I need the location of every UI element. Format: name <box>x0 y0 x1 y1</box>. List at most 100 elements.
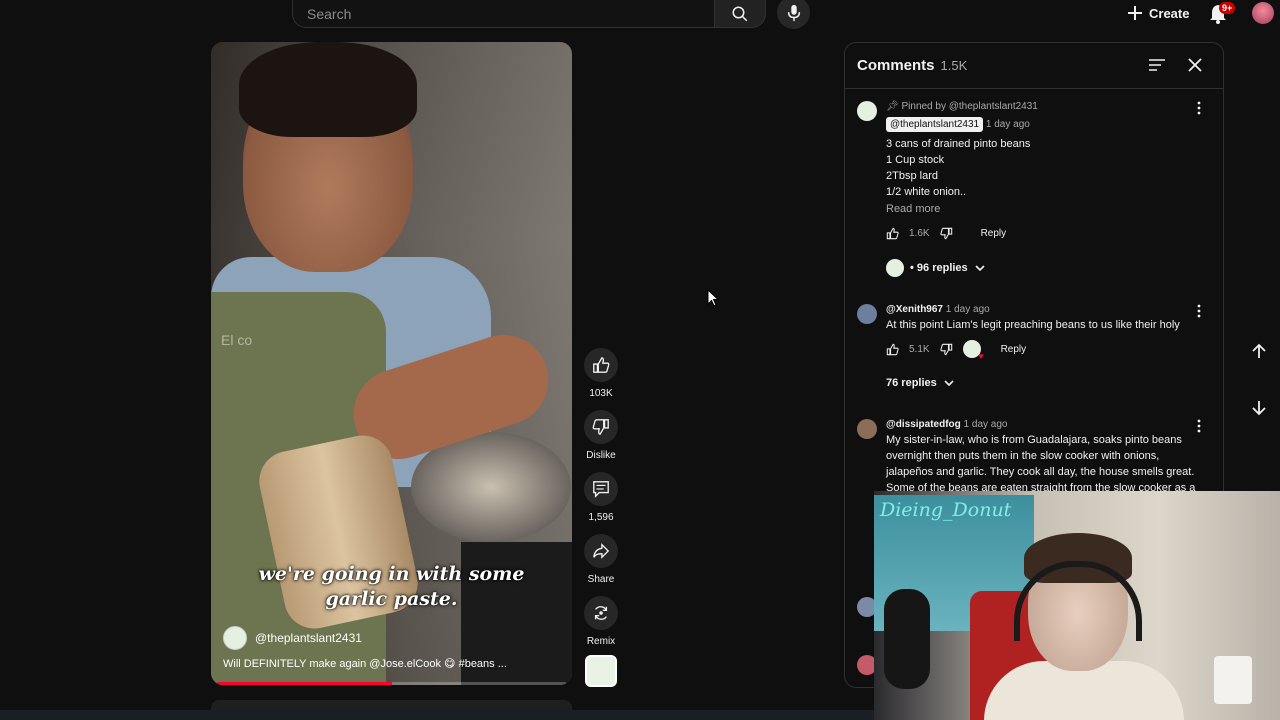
view-replies-button[interactable]: 76 replies <box>886 377 1206 389</box>
comment-item: @dissipatedfog 1 day ago My sister-in-la… <box>857 419 1207 495</box>
comment-line: 3 cans of drained pinto beans <box>886 138 1031 150</box>
comment-username[interactable]: @theplantslant2431 <box>886 117 984 132</box>
comment-line: My sister-in-law, who is from Guadalajar… <box>886 434 1182 446</box>
remix-label: Remix <box>586 636 616 647</box>
comment-avatar[interactable] <box>857 304 877 324</box>
comment-item: @Xenith967 1 day ago At this point Liam'… <box>857 304 1207 404</box>
search-input[interactable] <box>307 5 714 22</box>
video-caption: we're going in with some garlic paste. <box>211 562 572 612</box>
read-more-link[interactable]: Read more <box>886 203 1206 215</box>
mouse-cursor-icon <box>707 289 719 307</box>
comment-avatar[interactable] <box>857 101 877 121</box>
channel-avatar[interactable] <box>223 626 247 650</box>
pin-icon: 📌︎ <box>886 101 899 112</box>
thumbs-down-icon[interactable] <box>939 343 953 356</box>
thumbs-down-icon <box>592 419 609 435</box>
sort-button[interactable] <box>1147 55 1169 77</box>
streamer-name: Dieing_Donut <box>880 499 1012 521</box>
channel-name[interactable]: @theplantslant2431 <box>255 631 362 645</box>
video-progress-bar[interactable] <box>217 682 566 685</box>
comments-button[interactable] <box>584 472 618 506</box>
comments-header: Comments 1.5K <box>845 43 1223 89</box>
webcam-microphone <box>884 589 930 689</box>
chevron-down-icon <box>944 380 954 387</box>
search-button[interactable] <box>714 0 766 28</box>
dislike-action[interactable]: Dislike <box>584 410 618 472</box>
remix-icon <box>594 606 608 620</box>
like-action[interactable]: 103K <box>584 348 618 410</box>
heart-icon: ♥ <box>978 351 984 361</box>
close-icon <box>1188 58 1202 72</box>
create-button[interactable]: Create <box>1117 0 1195 30</box>
comment-count: 1,596 <box>588 512 614 523</box>
creator-heart-avatar: ♥ <box>962 340 984 361</box>
create-label: Create <box>1149 5 1190 21</box>
video-person-hair <box>239 42 417 137</box>
view-replies-button[interactable]: • 96 replies <box>886 259 1206 277</box>
reply-button[interactable]: Reply <box>1001 344 1027 355</box>
caption-line-2: garlic paste. <box>325 588 458 610</box>
comment-line: overnight then puts them in the slow coo… <box>886 450 1160 462</box>
share-label: Share <box>587 574 615 585</box>
comments-count: 1.5K <box>940 58 968 73</box>
close-comments-button[interactable] <box>1185 55 1207 77</box>
thumbs-down-icon[interactable] <box>939 227 953 240</box>
chevron-down-icon <box>975 265 985 272</box>
comment-time[interactable]: 1 day ago <box>946 304 990 315</box>
shorts-actions: 103K Dislike 1,596 Share Remix <box>584 348 618 658</box>
search-icon <box>732 6 748 21</box>
comment-action[interactable]: 1,596 <box>584 472 618 534</box>
share-button[interactable] <box>584 534 618 568</box>
video-description[interactable]: Will DEFINITELY make again @Jose.elCook … <box>223 657 507 670</box>
thumbs-up-icon[interactable] <box>886 227 899 240</box>
comment-icon <box>593 481 609 498</box>
more-options-icon[interactable] <box>1194 419 1204 433</box>
comment-actions: 5.1K ♥ Reply <box>886 340 1206 361</box>
dislike-button[interactable] <box>584 410 618 444</box>
like-button[interactable] <box>584 348 618 382</box>
pinned-by-text: Pinned by @theplantslant2431 <box>901 101 1038 112</box>
next-video-button[interactable] <box>1243 392 1275 424</box>
previous-video-button[interactable] <box>1243 335 1275 367</box>
pinned-indicator: 📌︎ Pinned by @theplantslant2431 <box>886 101 1206 112</box>
arrow-up-icon <box>1252 343 1266 358</box>
notification-count-badge: 9+ <box>1219 2 1236 14</box>
reply-button[interactable]: Reply <box>981 228 1007 239</box>
search-box[interactable] <box>292 0 714 28</box>
comment-actions: 1.6K Reply <box>886 225 1206 241</box>
comment-text: At this point Liam's legit preaching bea… <box>886 319 1180 331</box>
replies-count: • 96 replies <box>910 262 968 274</box>
user-avatar[interactable] <box>1252 2 1274 24</box>
comment-avatar[interactable] <box>857 419 877 439</box>
comment-username[interactable]: @dissipatedfog <box>886 419 961 430</box>
sort-icon <box>1149 59 1165 71</box>
share-action[interactable]: Share <box>584 534 618 596</box>
plus-icon <box>1128 6 1142 20</box>
more-options-icon[interactable] <box>1194 101 1204 115</box>
video-progress-fill <box>217 682 392 685</box>
comment-text: 3 cans of drained pinto beans 1 Cup stoc… <box>886 136 1206 200</box>
bottom-strip <box>0 710 874 720</box>
streamer-webcam: Dieing_Donut <box>874 491 1280 720</box>
thumbs-up-icon <box>593 357 610 373</box>
remix-button[interactable] <box>584 596 618 630</box>
thumbs-up-icon[interactable] <box>886 343 899 356</box>
comment-line: jalapeños and garlic. They cook all day,… <box>886 466 1195 478</box>
more-options-icon[interactable] <box>1194 304 1204 318</box>
comment-pinned: 📌︎ Pinned by @theplantslant2431 @theplan… <box>857 101 1207 301</box>
remix-action[interactable]: Remix <box>584 596 618 658</box>
voice-search-button[interactable] <box>777 0 810 29</box>
audio-thumbnail[interactable] <box>585 655 617 687</box>
channel-row[interactable]: @theplantslant2431 <box>223 626 362 650</box>
comments-title: Comments <box>857 57 935 74</box>
comment-username[interactable]: @Xenith967 <box>886 304 943 315</box>
caption-line-1: we're going in with some <box>258 563 525 585</box>
share-icon <box>593 543 610 559</box>
comment-time[interactable]: 1 day ago <box>986 119 1030 130</box>
comment-time[interactable]: 1 day ago <box>964 419 1008 430</box>
shorts-video-player[interactable]: El co we're going in with some garlic pa… <box>211 42 572 685</box>
webcam-cup <box>1214 656 1252 704</box>
dislike-label: Dislike <box>586 450 616 461</box>
replies-count: 76 replies <box>886 377 937 389</box>
next-video-edge <box>211 700 572 710</box>
